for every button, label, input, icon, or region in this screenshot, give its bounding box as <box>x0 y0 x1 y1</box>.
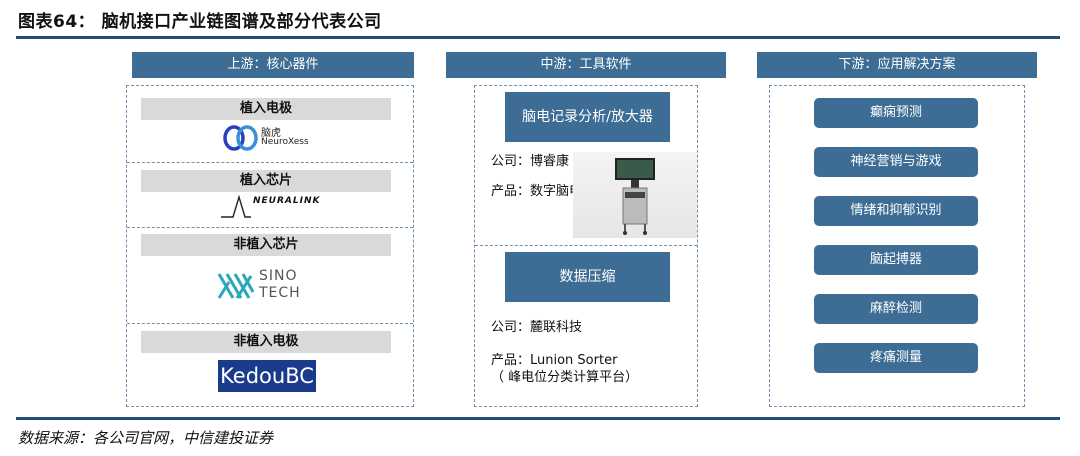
downstream-panel: 癫痫预测 神经营销与游戏 情绪和抑郁识别 脑起搏器 麻醉检测 疼痛测量 <box>769 85 1025 407</box>
upstream-header: 上游：核心器件 <box>132 52 414 78</box>
company-text: 公司：麓联科技 <box>491 320 583 335</box>
source-note: 数据来源：各公司官网，中信建投证券 <box>18 429 274 447</box>
application-item: 情绪和抑郁识别 <box>814 196 978 226</box>
figure-title: 图表64： 脑机接口产业链图谱及部分代表公司 <box>18 12 382 32</box>
data-compression-box: 数据压缩 <box>505 252 670 302</box>
upstream-item-label: 非植入芯片 <box>141 234 391 256</box>
upstream-item-label: 非植入电极 <box>141 331 391 353</box>
bottom-rule <box>16 417 1060 420</box>
midstream-panel: 脑电记录分析/放大器 公司：博睿康 产品：数字脑电图机 数据压缩 公司：麓联科技… <box>474 85 698 407</box>
eeg-device-image <box>573 152 697 238</box>
application-item: 癫痫预测 <box>814 98 978 128</box>
neuroxess-logo: 脑虎 NeuroXess <box>223 123 323 153</box>
application-item: 脑起搏器 <box>814 245 978 275</box>
neuralink-logo: NEURALINK <box>219 193 329 223</box>
divider <box>127 162 413 163</box>
downstream-header: 下游：应用解决方案 <box>757 52 1037 78</box>
company-text: 公司：博睿康 <box>491 154 570 169</box>
upstream-item-label: 植入芯片 <box>141 170 391 192</box>
sinotech-logo: SINO TECH <box>217 268 327 304</box>
upstream-panel: 植入电极 脑虎 NeuroXess 植入芯片 NEURALINK 非植入芯片 S… <box>126 85 414 407</box>
application-item: 神经营销与游戏 <box>814 147 978 177</box>
divider <box>127 227 413 228</box>
application-item: 疼痛测量 <box>814 343 978 373</box>
eeg-amplifier-box: 脑电记录分析/放大器 <box>505 92 670 142</box>
product-subtext: （ 峰电位分类计算平台） <box>491 370 639 385</box>
divider <box>475 245 697 246</box>
application-item: 麻醉检测 <box>814 294 978 324</box>
top-rule <box>16 36 1060 39</box>
kedoubc-logo: KedouBC <box>218 360 316 392</box>
divider <box>127 323 413 324</box>
midstream-header: 中游：工具软件 <box>446 52 726 78</box>
upstream-item-label: 植入电极 <box>141 98 391 120</box>
